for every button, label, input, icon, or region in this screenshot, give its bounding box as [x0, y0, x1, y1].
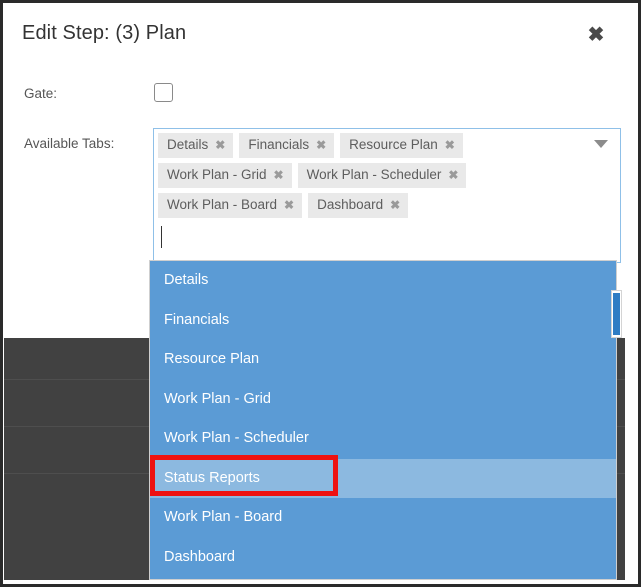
selected-tab-chip[interactable]: Details ✖ [158, 133, 234, 158]
dialog-title: Edit Step: (3) Plan [22, 22, 187, 44]
close-icon[interactable]: ✖ [583, 22, 609, 48]
available-tabs-multiselect[interactable]: Details ✖ Financials ✖ Resource Plan ✖ Work Pl… [153, 128, 621, 263]
selected-tab-chip[interactable]: Work Plan - Grid ✖ [158, 163, 292, 188]
chip-label: Work Plan - Grid [167, 167, 267, 182]
chip-remove-icon[interactable]: ✖ [215, 138, 225, 152]
chip-label: Financials [248, 137, 310, 152]
dropdown-option[interactable]: Dashboard [150, 538, 616, 578]
chip-remove-icon[interactable]: ✖ [445, 138, 455, 152]
tabs-text-input-caret[interactable] [161, 226, 162, 248]
chip-remove-icon[interactable]: ✖ [448, 168, 458, 182]
dropdown-option[interactable]: Work Plan - Board [150, 498, 616, 538]
dropdown-option[interactable]: Resource Plan [150, 340, 616, 380]
gate-checkbox[interactable] [154, 83, 173, 102]
chip-label: Resource Plan [349, 137, 438, 152]
chip-remove-icon[interactable]: ✖ [284, 198, 294, 212]
chip-label: Dashboard [317, 197, 384, 212]
screenshot-root: Edit Step: (3) Plan ✖ Gate: Available Ta… [0, 0, 641, 587]
chip-remove-icon[interactable]: ✖ [274, 168, 284, 182]
chip-label: Work Plan - Scheduler [306, 167, 442, 182]
dropdown-option[interactable]: Work Plan - Scheduler [150, 419, 616, 459]
dialog-header: Edit Step: (3) Plan ✖ [4, 4, 625, 64]
selected-tabs-chip-list: Details ✖ Financials ✖ Resource Plan ✖ Work Pl… [158, 133, 588, 218]
available-tabs-dropdown-list[interactable]: Details Financials Resource Plan Work Plan … [149, 260, 617, 580]
dropdown-option[interactable]: Details [150, 261, 616, 301]
dropdown-option[interactable]: Work Plan - Grid [150, 380, 616, 420]
chip-label: Details [167, 137, 209, 152]
chip-label: Work Plan - Board [167, 197, 278, 212]
selected-tab-chip[interactable]: Work Plan - Scheduler ✖ [297, 163, 467, 188]
selected-tab-chip[interactable]: Dashboard ✖ [308, 193, 409, 218]
chip-remove-icon[interactable]: ✖ [316, 138, 326, 152]
dropdown-scrollbar-thumb[interactable] [613, 293, 620, 335]
dropdown-option[interactable]: Financials [150, 301, 616, 341]
available-tabs-label: Available Tabs: [24, 136, 115, 151]
chevron-down-icon[interactable] [594, 140, 608, 148]
dropdown-option[interactable]: Status Reports [150, 458, 616, 498]
chip-remove-icon[interactable]: ✖ [390, 198, 400, 212]
selected-tab-chip[interactable]: Work Plan - Board ✖ [158, 193, 303, 218]
selected-tab-chip[interactable]: Financials ✖ [239, 133, 335, 158]
selected-tab-chip[interactable]: Resource Plan ✖ [340, 133, 463, 158]
gate-label: Gate: [24, 86, 58, 101]
